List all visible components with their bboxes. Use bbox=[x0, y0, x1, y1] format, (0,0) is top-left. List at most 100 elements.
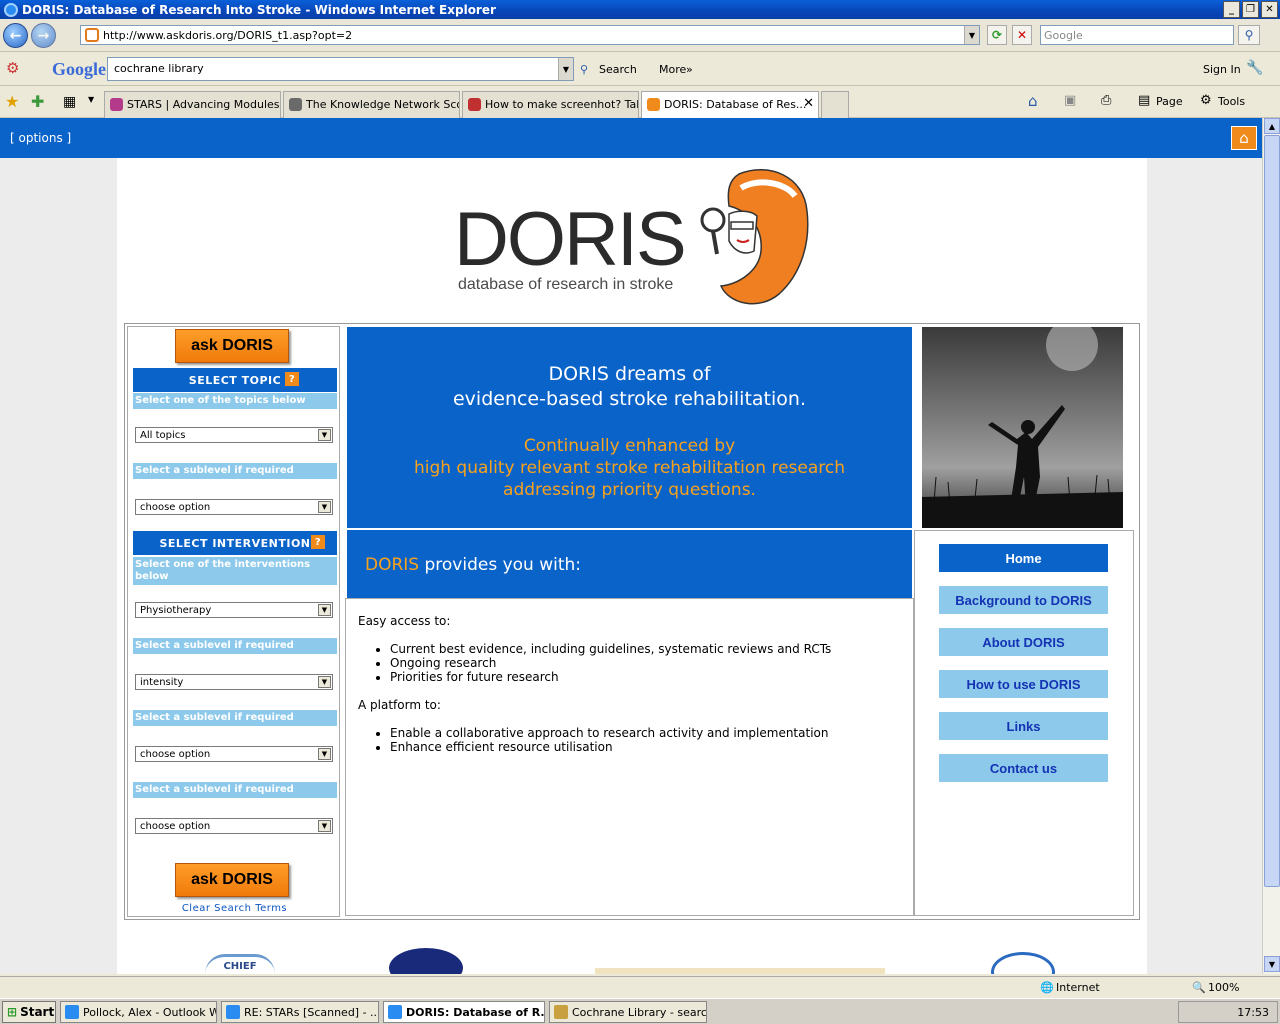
doris-favicon bbox=[647, 98, 660, 111]
intervention-sublevel-select-2[interactable]: choose option ▼ bbox=[135, 746, 333, 762]
intervention-sublevel-hint-1: Select a sublevel if required bbox=[133, 638, 337, 654]
close-window-button[interactable]: ✕ bbox=[1261, 1, 1278, 18]
topic-sublevel-select[interactable]: choose option ▼ bbox=[135, 499, 333, 515]
tab-stars[interactable]: STARS | Advancing Modules ... bbox=[104, 91, 281, 118]
site-home-icon[interactable]: ⌂ bbox=[1231, 126, 1257, 150]
tab-screenshot[interactable]: How to make screenhot? Tak... bbox=[462, 91, 639, 118]
vertical-scrollbar[interactable]: ▲ ▼ bbox=[1262, 118, 1280, 974]
ask-doris-button-bottom[interactable]: ask DORIS bbox=[175, 863, 289, 897]
hero-line-4: high quality relevant stroke rehabilitat… bbox=[413, 458, 846, 478]
search-input[interactable]: Google bbox=[1040, 25, 1234, 45]
platform-list: Enable a collaborative approach to resea… bbox=[390, 726, 901, 754]
intervention-help-icon[interactable]: ? bbox=[311, 535, 325, 549]
tab-list-icon[interactable]: ▼ bbox=[88, 95, 94, 104]
list-item: Priorities for future research bbox=[390, 670, 901, 684]
ie-icon bbox=[4, 2, 18, 17]
intensity-select[interactable]: intensity ▼ bbox=[135, 674, 333, 690]
list-item: Enhance efficient resource utilisation bbox=[390, 740, 901, 754]
topic-help-icon[interactable]: ? bbox=[285, 372, 299, 386]
google-more-button[interactable]: More bbox=[659, 63, 686, 76]
doris-logo-wordmark: DORIS bbox=[454, 197, 687, 282]
google-toolbar: ⚙ Google cochrane library ▼ ⚲ Search Mor… bbox=[0, 53, 1280, 86]
provides-header: DORIS provides you with: bbox=[347, 530, 912, 598]
page-menu-button[interactable]: Page bbox=[1156, 95, 1183, 108]
address-dropdown-icon[interactable]: ▼ bbox=[964, 26, 979, 44]
google-search-button[interactable]: Search bbox=[599, 63, 637, 76]
toolbar-menu-icon[interactable]: ⚙ bbox=[6, 59, 19, 77]
wrench-icon[interactable]: 🔧 bbox=[1246, 60, 1263, 76]
intervention-sublevel-select-3[interactable]: choose option ▼ bbox=[135, 818, 333, 834]
windows-logo-icon: ⊞ bbox=[7, 1005, 18, 1019]
taskbar-item-outlook[interactable]: Pollock, Alex - Outlook W... bbox=[60, 1001, 217, 1023]
add-favorite-icon[interactable]: ✚ bbox=[31, 92, 44, 111]
refresh-button[interactable]: ⟳ bbox=[987, 25, 1007, 45]
address-toolbar: ← → http://www.askdoris.org/DORIS_t1.asp… bbox=[0, 19, 1280, 52]
start-button[interactable]: ⊞ Start bbox=[2, 1001, 56, 1023]
nav-links[interactable]: Links bbox=[939, 712, 1108, 740]
nav-how-to-use[interactable]: How to use DORIS bbox=[939, 670, 1108, 698]
quick-tabs-icon[interactable]: ▦ bbox=[63, 94, 76, 110]
dropdown-arrow-icon: ▼ bbox=[318, 501, 331, 513]
site-nav: Home Background to DORIS About DORIS How… bbox=[914, 530, 1134, 916]
tab-bar: ★ ✚ ▦ ▼ STARS | Advancing Modules ... Th… bbox=[0, 87, 1280, 118]
list-item: Current best evidence, including guideli… bbox=[390, 642, 901, 656]
clear-search-link[interactable]: Clear Search Terms bbox=[128, 903, 341, 914]
intervention-select[interactable]: Physiotherapy ▼ bbox=[135, 602, 333, 618]
scroll-thumb[interactable] bbox=[1264, 135, 1280, 887]
page-body: DORIS database of research in stroke ask… bbox=[117, 158, 1147, 974]
site-top-band: [ options ] ⌂ bbox=[0, 118, 1262, 158]
zoom-level[interactable]: 100% bbox=[1208, 981, 1239, 994]
scroll-down-icon[interactable]: ▼ bbox=[1264, 956, 1280, 972]
hero-line-5: addressing priority questions. bbox=[503, 480, 756, 500]
main-content: Easy access to: Current best evidence, i… bbox=[345, 598, 914, 916]
app-icon bbox=[554, 1005, 568, 1019]
forward-button[interactable]: → bbox=[31, 23, 56, 48]
sign-in-link[interactable]: Sign In bbox=[1203, 63, 1241, 76]
home-icon[interactable]: ⌂ bbox=[1028, 92, 1038, 110]
topic-select[interactable]: All topics ▼ bbox=[135, 427, 333, 443]
partner-seal-logo bbox=[389, 948, 463, 974]
select-topic-header: SELECT TOPIC ? bbox=[133, 368, 337, 392]
ask-doris-button-top[interactable]: ask DORIS bbox=[175, 329, 289, 363]
nav-about[interactable]: About DORIS bbox=[939, 628, 1108, 656]
hero-line-2: evidence-based stroke rehabilitation. bbox=[452, 388, 806, 410]
page-viewport: [ options ] ⌂ DORIS database of research… bbox=[0, 118, 1262, 974]
scroll-up-icon[interactable]: ▲ bbox=[1264, 118, 1280, 134]
screenshot-favicon bbox=[468, 98, 481, 111]
print-icon[interactable]: ⎙ bbox=[1101, 93, 1111, 108]
maximize-button[interactable]: ❐ bbox=[1242, 1, 1259, 18]
feeds-icon[interactable]: ▣ bbox=[1064, 93, 1076, 108]
tools-gear-icon: ⚙ bbox=[1200, 93, 1212, 108]
topic-sublevel-hint: Select a sublevel if required bbox=[133, 463, 337, 479]
nav-home[interactable]: Home bbox=[939, 544, 1108, 572]
taskbar-item-cochrane[interactable]: Cochrane Library - searc... bbox=[549, 1001, 707, 1023]
stars-favicon bbox=[110, 98, 123, 111]
google-logo: Google bbox=[52, 59, 106, 79]
dropdown-arrow-icon: ▼ bbox=[318, 604, 331, 616]
hero-banner: DORIS dreams of evidence-based stroke re… bbox=[347, 327, 912, 528]
window-title-bar: DORIS: Database of Research Into Stroke … bbox=[0, 0, 1280, 19]
chief-logo: CHIEF bbox=[205, 954, 275, 974]
page-menu-icon: ▤ bbox=[1138, 93, 1151, 108]
close-tab-icon[interactable]: ✕ bbox=[803, 96, 814, 111]
search-icon[interactable]: ⚲ bbox=[1238, 25, 1260, 45]
favorites-star-icon[interactable]: ★ bbox=[5, 92, 19, 111]
list-item: Ongoing research bbox=[390, 656, 901, 670]
taskbar-item-stars[interactable]: RE: STARs [Scanned] - ... bbox=[221, 1001, 379, 1023]
address-bar[interactable]: http://www.askdoris.org/DORIS_t1.asp?opt… bbox=[80, 25, 980, 45]
nav-background[interactable]: Background to DORIS bbox=[939, 586, 1108, 614]
ie-icon bbox=[388, 1005, 402, 1019]
google-search-input[interactable]: cochrane library ▼ bbox=[107, 57, 574, 81]
minimize-button[interactable]: _ bbox=[1223, 1, 1240, 18]
tab-doris[interactable]: DORIS: Database of Res... ✕ bbox=[641, 91, 819, 118]
tools-menu-button[interactable]: Tools bbox=[1218, 95, 1245, 108]
tab-knowledge-network[interactable]: The Knowledge Network Sco... bbox=[283, 91, 460, 118]
stop-button[interactable]: ✕ bbox=[1012, 25, 1032, 45]
back-button[interactable]: ← bbox=[3, 23, 28, 48]
topic-hint: Select one of the topics below bbox=[133, 393, 337, 409]
nav-contact[interactable]: Contact us bbox=[939, 754, 1108, 782]
google-dropdown-icon[interactable]: ▼ bbox=[558, 58, 573, 80]
taskbar-item-doris[interactable]: DORIS: Database of R... bbox=[383, 1001, 545, 1023]
new-tab-button[interactable] bbox=[821, 91, 849, 118]
options-link[interactable]: [ options ] bbox=[10, 131, 71, 145]
